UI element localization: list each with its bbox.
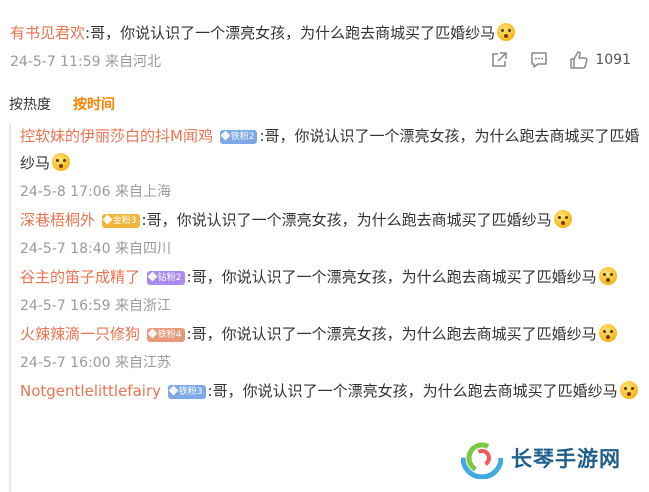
swirl-logo-icon — [460, 436, 504, 480]
fan-badge-label: 钻粉2 — [157, 273, 182, 283]
reply-text: :哥，你说认识了一个漂亮女孩，为什么跑去商城买了匹婚纱马 — [186, 268, 597, 286]
reply-item: 深巷梧桐外 金粉3 :哥，你说认识了一个漂亮女孩，为什么跑去商城买了匹婚纱马 24… — [11, 207, 641, 264]
reply-meta: 24-5-7 16:59 来自浙江 — [20, 298, 171, 314]
tab-sort-by-hot[interactable]: 按热度 — [9, 94, 51, 114]
top-comment-username[interactable]: 有书见君欢 — [10, 24, 85, 42]
diamond-badge-icon — [220, 130, 231, 141]
reply-username[interactable]: 火辣辣滴一只修狗 — [20, 325, 140, 343]
top-comment-text: :哥，你说认识了一个漂亮女孩，为什么跑去商城买了匹婚纱马 — [85, 24, 496, 42]
reply-username[interactable]: 深巷梧桐外 — [20, 211, 95, 229]
reply-meta: 24-5-7 18:40 来自四川 — [20, 241, 171, 257]
comment-icon[interactable] — [529, 50, 549, 70]
fan-badge[interactable]: 铁粉3 — [167, 385, 206, 399]
thinking-face-emoji-icon — [598, 324, 617, 342]
comment-actions: 1091 — [469, 50, 631, 70]
fan-badge[interactable]: 铁粉2 — [219, 130, 258, 144]
site-watermark: 长琴手游网 — [455, 430, 641, 486]
reply-text: :哥，你说认识了一个漂亮女孩，为什么跑去商城买了匹婚纱马 — [186, 325, 597, 343]
top-comment-meta: 24-5-7 11:59 来自河北 — [10, 54, 161, 70]
crown-badge-icon — [102, 214, 113, 225]
reply-item: 谷主的笛子成精了 钻粉2 :哥，你说认识了一个漂亮女孩，为什么跑去商城买了匹婚纱马… — [11, 264, 641, 321]
diamond-badge-icon — [168, 385, 179, 396]
reply-meta: 24-5-8 17:06 来自上海 — [20, 184, 171, 200]
reply-username[interactable]: 谷主的笛子成精了 — [20, 268, 140, 286]
fan-badge[interactable]: 金粉3 — [101, 214, 140, 228]
like-count: 1091 — [595, 52, 631, 68]
fan-badge-label: 铁粉4 — [157, 330, 182, 340]
diamond-badge-icon — [147, 271, 158, 282]
reply-item: Notgentlelittlefairy 铁粉3 :哥，你说认识了一个漂亮女孩，为… — [11, 378, 641, 405]
fan-badge[interactable]: 铁粉4 — [146, 328, 185, 342]
thinking-face-emoji-icon — [497, 23, 516, 41]
top-comment: 有书见君欢:哥，你说认识了一个漂亮女孩，为什么跑去商城买了匹婚纱马 — [10, 20, 640, 46]
share-icon[interactable] — [489, 50, 509, 70]
like-icon[interactable] — [569, 50, 589, 70]
thinking-face-emoji-icon — [598, 267, 617, 285]
reply-meta: 24-5-7 16:00 来自江苏 — [20, 355, 171, 371]
tab-sort-by-time[interactable]: 按时间 — [73, 94, 115, 114]
sort-tabs: 按热度 按时间 — [9, 94, 137, 114]
fan-badge[interactable]: 钻粉2 — [146, 271, 185, 285]
thinking-face-emoji-icon — [553, 210, 572, 228]
reply-item: 控软妹的伊丽莎白的抖M闻鸡 铁粉2:哥，你说认识了一个漂亮女孩，为什么跑去商城买… — [11, 123, 641, 207]
fan-badge-label: 铁粉2 — [230, 132, 255, 142]
top-comment-line: 有书见君欢:哥，你说认识了一个漂亮女孩，为什么跑去商城买了匹婚纱马 — [10, 20, 640, 46]
reply-item: 火辣辣滴一只修狗 铁粉4 :哥，你说认识了一个漂亮女孩，为什么跑去商城买了匹婚纱马… — [11, 321, 641, 378]
thinking-face-emoji-icon — [52, 153, 71, 171]
watermark-text: 长琴手游网 — [511, 447, 621, 471]
reply-text: :哥，你说认识了一个漂亮女孩，为什么跑去商城买了匹婚纱马 — [141, 211, 552, 229]
reply-username[interactable]: 控软妹的伊丽莎白的抖M闻鸡 — [20, 127, 213, 145]
reply-username[interactable]: Notgentlelittlefairy — [20, 382, 161, 400]
fan-badge-label: 金粉3 — [112, 216, 137, 226]
reply-text: :哥，你说认识了一个漂亮女孩，为什么跑去商城买了匹婚纱马 — [207, 382, 618, 400]
thinking-face-emoji-icon — [619, 381, 638, 399]
fan-badge-label: 铁粉3 — [178, 387, 203, 397]
crown-badge-icon — [147, 328, 158, 339]
